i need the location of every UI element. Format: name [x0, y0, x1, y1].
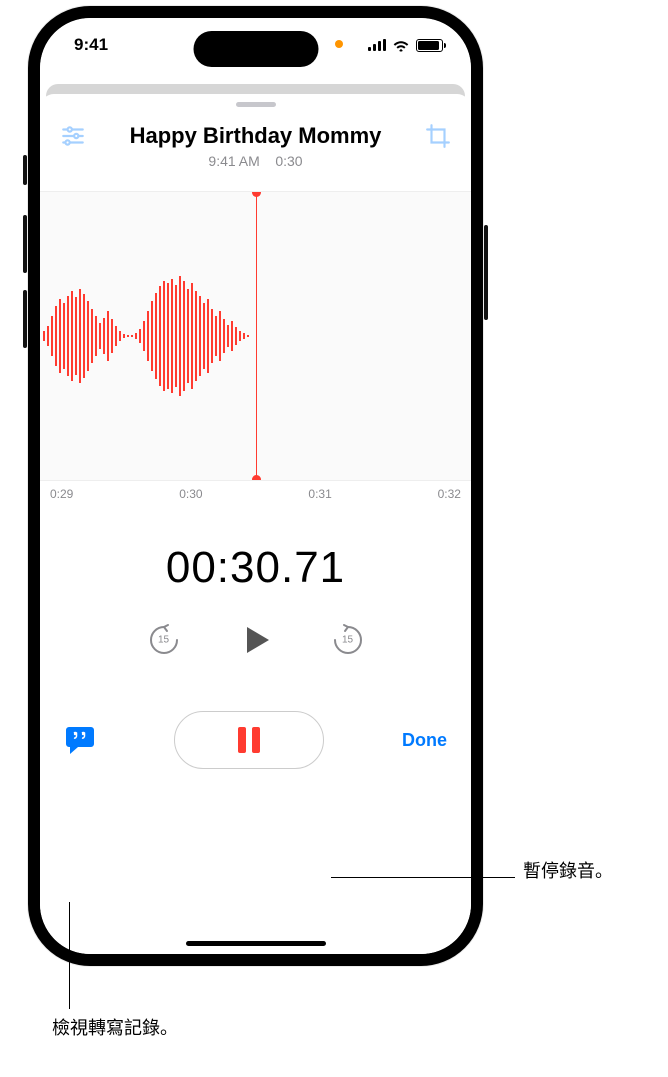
ruler-tick: 0:31: [308, 487, 331, 501]
done-button[interactable]: Done: [402, 730, 447, 751]
status-bar: 9:41: [40, 18, 471, 72]
home-indicator[interactable]: [186, 941, 326, 946]
cellular-signal-icon: [368, 39, 386, 51]
status-time: 9:41: [74, 35, 108, 55]
ruler-tick: 0:30: [179, 487, 202, 501]
microphone-indicator-dot: [335, 40, 343, 48]
dynamic-island: [193, 31, 318, 67]
trim-icon[interactable]: [425, 123, 451, 149]
battery-icon: [416, 39, 443, 52]
playback-settings-icon[interactable]: [60, 123, 86, 149]
wifi-icon: [392, 39, 410, 52]
skip-back-15-button[interactable]: 15: [147, 623, 181, 657]
phone-side-button: [484, 225, 488, 320]
phone-volume-down: [23, 290, 27, 348]
iphone-frame: 9:41: [28, 6, 483, 966]
time-ruler: 0:29 0:30 0:31 0:32: [40, 481, 471, 501]
playhead-indicator[interactable]: [256, 192, 257, 480]
skip-forward-15-button[interactable]: 15: [331, 623, 365, 657]
callout-line-transcript: [69, 902, 70, 1009]
waveform-display[interactable]: [40, 191, 471, 481]
play-button[interactable]: [237, 621, 275, 659]
elapsed-timer: 00:30.71: [40, 543, 471, 593]
phone-silent-switch: [23, 155, 27, 185]
playback-controls: 15 15: [40, 621, 471, 659]
phone-volume-up: [23, 215, 27, 273]
ruler-tick: 0:29: [50, 487, 73, 501]
recording-sheet: Happy Birthday Mommy 9:41 AM 0:30: [40, 94, 471, 954]
callout-line-pause: [331, 877, 515, 878]
waveform-graphic: [40, 261, 256, 411]
recording-title[interactable]: Happy Birthday Mommy: [86, 123, 425, 149]
callout-pause-label: 暫停錄音。: [523, 857, 613, 883]
callout-transcript-label: 檢視轉寫記錄。: [52, 1014, 178, 1040]
transcript-icon[interactable]: [64, 725, 96, 755]
pause-recording-button[interactable]: [174, 711, 324, 769]
ruler-tick: 0:32: [438, 487, 461, 501]
recording-subtitle: 9:41 AM 0:30: [86, 153, 425, 169]
pause-icon: [238, 727, 260, 753]
